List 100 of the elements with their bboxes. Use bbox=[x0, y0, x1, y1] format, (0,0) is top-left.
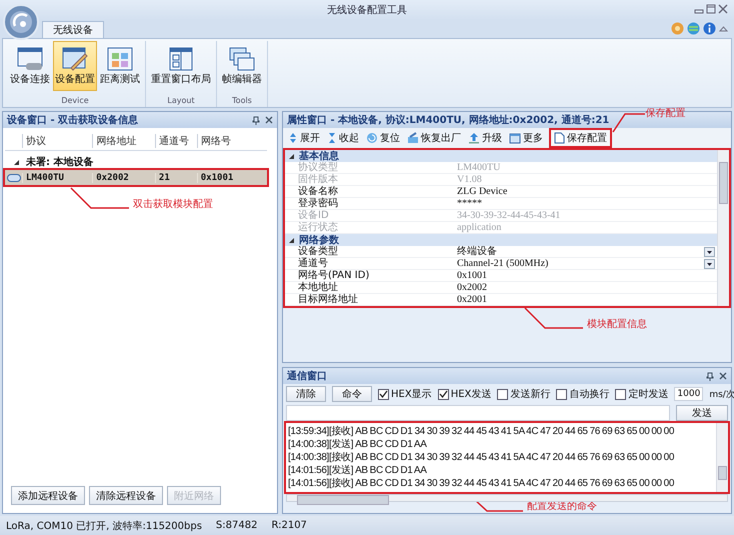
scrollbar[interactable] bbox=[286, 494, 728, 502]
property-value[interactable]: 0x2002 bbox=[457, 282, 717, 293]
pin-icon[interactable] bbox=[252, 116, 260, 124]
toolbar-button[interactable]: 恢复出厂 bbox=[404, 130, 464, 146]
expand-icon[interactable] bbox=[288, 236, 295, 244]
ribbon-button[interactable]: 帧编辑器 bbox=[220, 41, 264, 91]
panel-title: 属性窗口 - 本地设备, 协议:LM400TU, 网络地址:0x2002, 通道号:21 bbox=[287, 114, 610, 127]
leader-line bbox=[523, 307, 583, 331]
expand-icon[interactable] bbox=[288, 152, 295, 160]
toolbar-button[interactable]: 保存配置 bbox=[551, 130, 610, 146]
column-header[interactable]: 通道号 bbox=[154, 134, 197, 148]
refresh-icon bbox=[366, 132, 378, 144]
checkbox-label[interactable]: HEX显示 bbox=[391, 387, 432, 401]
ribbon-tab[interactable]: 无线设备 bbox=[42, 21, 104, 38]
ribbon-button[interactable]: 设备连接 bbox=[8, 41, 52, 91]
toolbar-button[interactable]: 升级 bbox=[465, 130, 505, 146]
panel-button[interactable]: 添加远程设备 bbox=[11, 486, 85, 505]
log-line: [14:01:56][接收] AB BC CD D1 34 30 39 32 44 45 43 41 5A 4C 47 20 44 65 76 69 63 65 00 00 00 bbox=[288, 477, 676, 490]
logo-icon[interactable] bbox=[3, 4, 39, 40]
close-icon[interactable] bbox=[719, 372, 727, 380]
checkbox[interactable] bbox=[378, 388, 389, 400]
property-value[interactable]: ZLG Device bbox=[457, 186, 717, 197]
property-value[interactable]: ***** bbox=[457, 198, 717, 209]
scrollbar[interactable] bbox=[716, 423, 728, 492]
property-value[interactable]: 终端设备 bbox=[457, 246, 704, 257]
panel-button[interactable]: 清除远程设备 bbox=[89, 486, 163, 505]
dropdown-icon[interactable] bbox=[704, 258, 715, 268]
status-text: LoRa, COM10 已打开, 波特率:115200bps bbox=[6, 520, 202, 532]
log-line: [14:00:38][发送] AB BC CD D1 AA bbox=[288, 438, 428, 451]
checkbox[interactable] bbox=[438, 388, 449, 400]
layout-icon bbox=[167, 46, 195, 72]
close-icon[interactable] bbox=[718, 4, 728, 14]
pin-icon[interactable] bbox=[706, 372, 714, 380]
upload-icon bbox=[468, 132, 480, 144]
group-label: Tools bbox=[232, 96, 252, 107]
scrollbar[interactable] bbox=[717, 150, 729, 306]
leader-line bbox=[69, 187, 129, 211]
toolbar-button[interactable]: 收起 bbox=[324, 130, 362, 146]
collapse-ribbon-icon[interactable] bbox=[719, 24, 728, 32]
property-value[interactable]: 0x1001 bbox=[457, 270, 717, 281]
window-icon bbox=[509, 132, 521, 144]
property-name: 通道号 bbox=[297, 258, 329, 269]
status-text: S:87482 bbox=[216, 520, 258, 531]
info-icon[interactable] bbox=[703, 22, 716, 35]
pencil-window-icon bbox=[61, 46, 89, 72]
toolbar-button[interactable]: 复位 bbox=[363, 130, 403, 146]
send-button[interactable]: 发送 bbox=[676, 405, 728, 421]
collapse-arrows-icon bbox=[327, 132, 337, 144]
annotation-label: 模块配置信息 bbox=[587, 318, 647, 331]
group-label: Layout bbox=[167, 96, 195, 107]
log-line: [14:00:38][接收] AB BC CD D1 34 30 39 32 44 45 43 41 5A 4C 47 20 44 65 76 69 63 65 00 00 00 bbox=[288, 451, 676, 464]
column-header[interactable]: 网络地址 bbox=[92, 134, 155, 148]
checkbox-label[interactable]: 发送新行 bbox=[510, 387, 550, 401]
category-label[interactable]: 网络参数 bbox=[299, 233, 339, 247]
status-text: R:2107 bbox=[271, 520, 307, 531]
ribbon-button[interactable]: 重置窗口布局 bbox=[149, 41, 213, 91]
document-icon bbox=[554, 132, 565, 144]
device-row[interactable]: LM400TU 0x2002 21 0x1001 bbox=[5, 170, 267, 185]
property-name: 设备类型 bbox=[297, 246, 339, 257]
checkbox-label[interactable]: HEX发送 bbox=[450, 387, 492, 401]
log-line: [13:59:34][接收] AB BC CD D1 34 30 39 32 44 45 43 41 5A 4C 47 20 44 65 76 69 63 65 00 00 00 bbox=[288, 425, 676, 438]
toolbar-button[interactable]: 更多 bbox=[506, 130, 546, 146]
property-name: 目标网络地址 bbox=[297, 294, 359, 305]
property-name: 登录密码 bbox=[297, 198, 339, 209]
ribbon-button[interactable]: 距离测试 bbox=[98, 41, 142, 91]
property-value[interactable]: Channel-21 (500MHz) bbox=[457, 258, 704, 269]
property-value[interactable]: 0x2001 bbox=[457, 294, 717, 305]
category-label[interactable]: 基本信息 bbox=[299, 149, 339, 163]
property-name: 协议类型 bbox=[297, 162, 339, 173]
close-icon[interactable] bbox=[265, 116, 273, 124]
device-icon bbox=[6, 174, 21, 182]
expand-arrows-icon bbox=[288, 132, 298, 144]
panel-title: 设备窗口 - 双击获取设备信息 bbox=[7, 114, 138, 127]
checkbox[interactable] bbox=[497, 388, 508, 400]
toolbar-button[interactable]: 展开 bbox=[285, 130, 323, 146]
panel-title: 通信窗口 bbox=[287, 370, 327, 383]
property-name: 网络号(PAN ID) bbox=[297, 270, 370, 281]
ribbon-button[interactable]: 设备配置 bbox=[53, 41, 97, 91]
checkbox-label[interactable]: 定时发送 bbox=[628, 387, 668, 401]
window-title: 无线设备配置工具 bbox=[327, 4, 407, 17]
maximize-icon[interactable] bbox=[706, 4, 716, 14]
panel-button[interactable]: 清除 bbox=[286, 386, 326, 402]
column-header[interactable]: 网络号 bbox=[196, 134, 267, 148]
column-header[interactable]: 协议 bbox=[22, 134, 92, 148]
annotation-label: 保存配置 bbox=[645, 106, 686, 120]
checkbox-label[interactable]: 自动换行 bbox=[569, 387, 610, 401]
interval-field[interactable]: 1000 bbox=[674, 387, 704, 401]
property-name: 设备ID bbox=[297, 210, 330, 221]
dropdown-icon[interactable] bbox=[704, 246, 715, 256]
panel-button[interactable]: 命令 bbox=[332, 386, 372, 402]
annotation-label: 双击获取模块配置 bbox=[133, 198, 213, 211]
leader-line bbox=[611, 111, 646, 133]
checkbox[interactable] bbox=[556, 388, 568, 400]
window-icon bbox=[16, 46, 44, 72]
tiles-icon bbox=[106, 46, 134, 72]
property-name: 固件版本 bbox=[297, 174, 339, 185]
log-line: [14:01:56][发送] AB BC CD D1 AA bbox=[288, 464, 428, 477]
expand-icon[interactable] bbox=[13, 158, 20, 166]
checkbox[interactable] bbox=[615, 388, 626, 400]
send-field[interactable] bbox=[286, 405, 670, 421]
